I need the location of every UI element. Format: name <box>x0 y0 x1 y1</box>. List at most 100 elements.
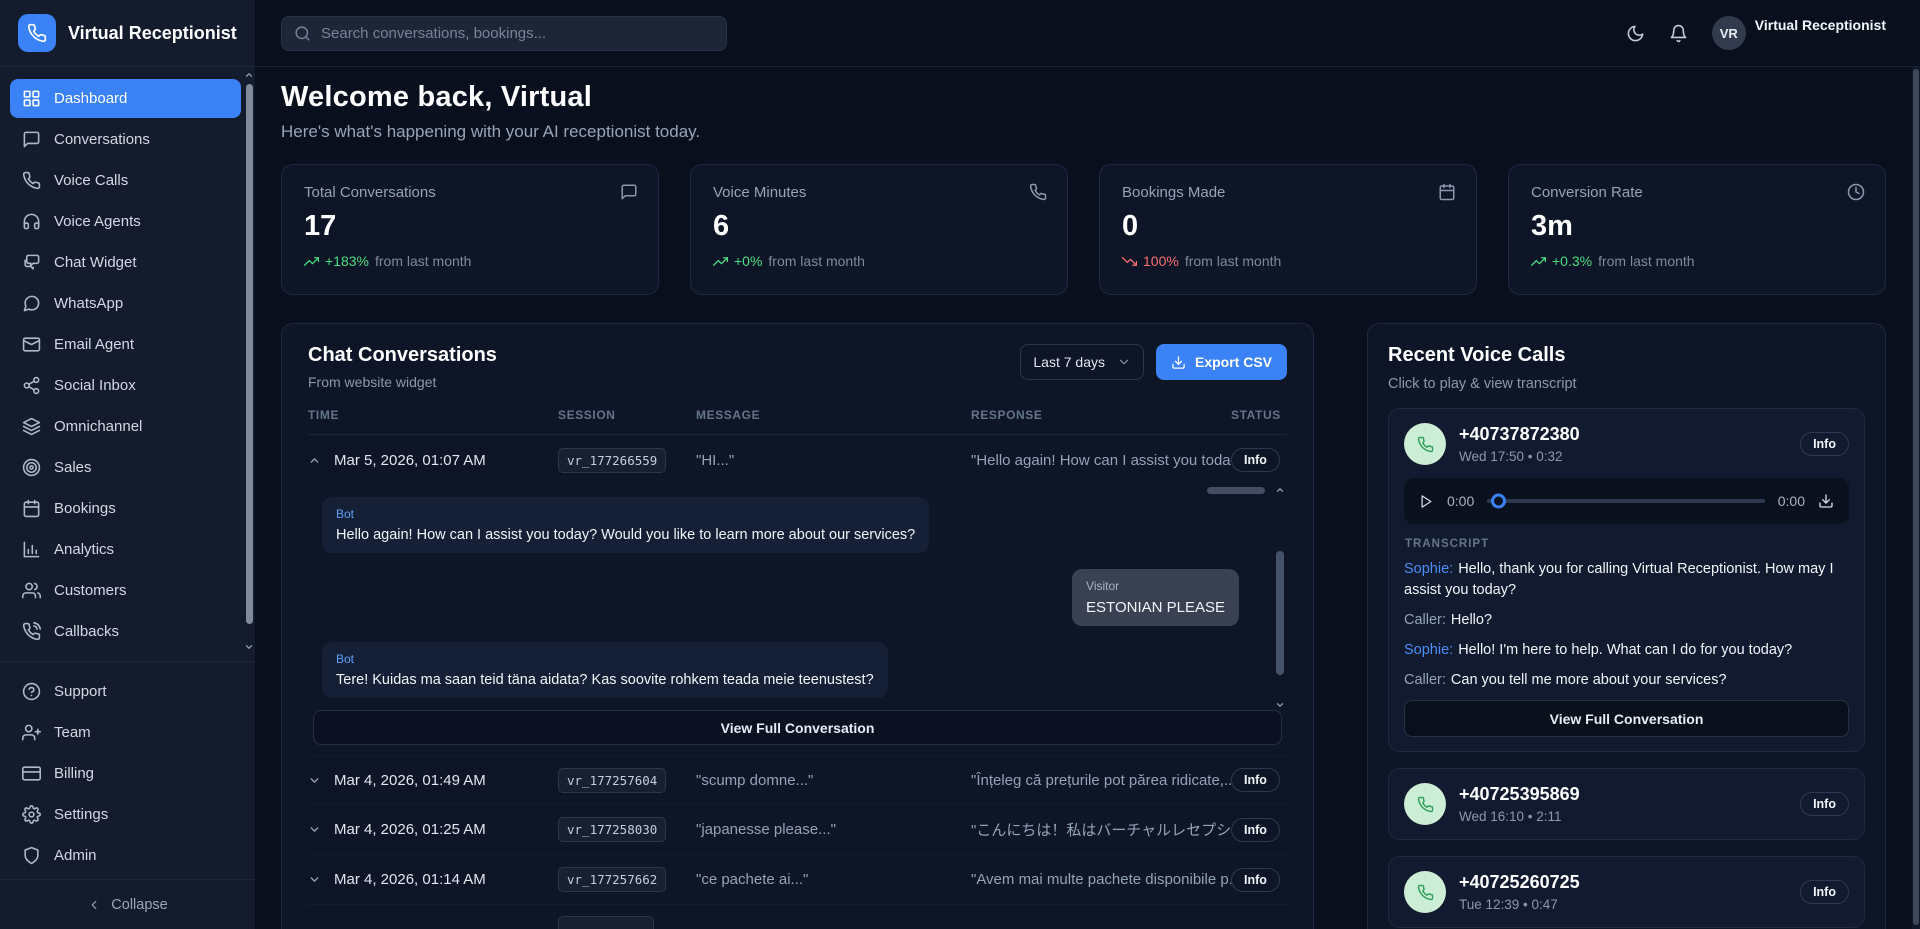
transcript-line: Sophie:Hello! I'm here to help. What can… <box>1404 640 1849 661</box>
export-csv-button[interactable]: Export CSV <box>1156 344 1287 380</box>
sidebar-item-voice-agents[interactable]: Voice Agents <box>10 202 241 241</box>
chevron-up-icon[interactable] <box>244 70 254 80</box>
sidebar-item-conversations[interactable]: Conversations <box>10 120 241 159</box>
chat-bubble-bot: Bot Hello again! How can I assist you to… <box>322 497 929 553</box>
sidebar-item-label: Dashboard <box>54 90 127 107</box>
sidebar-item-sales[interactable]: Sales <box>10 448 241 487</box>
info-badge[interactable]: Info <box>1231 768 1280 792</box>
chevron-down-icon[interactable] <box>308 823 321 836</box>
chevron-left-icon <box>87 898 101 912</box>
table-row[interactable]: Mar 4, 2026, 01:25 AM vr_177258030 "japa… <box>308 805 1287 855</box>
trend-value: +0% <box>734 253 762 269</box>
bell-icon[interactable] <box>1669 24 1688 43</box>
transcript-line: Caller:Can you tell me more about your s… <box>1404 670 1849 691</box>
call-meta: Wed 17:50 • 0:32 <box>1459 449 1580 464</box>
player-slider-thumb[interactable] <box>1491 494 1506 509</box>
chevron-down-icon[interactable] <box>308 774 321 787</box>
phone-icon <box>1029 183 1047 201</box>
call-meta: Wed 16:10 • 2:11 <box>1459 809 1580 824</box>
user-menu[interactable]: VR Virtual Receptionist <box>1712 16 1886 50</box>
sidebar-item-omnichannel[interactable]: Omnichannel <box>10 407 241 446</box>
sidebar-item-email-agent[interactable]: Email Agent <box>10 325 241 364</box>
page-scrollbar-thumb[interactable] <box>1913 69 1919 925</box>
row-time: Mar 4, 2026, 01:14 AM <box>334 871 486 888</box>
page-scrollbar[interactable] <box>1912 67 1920 929</box>
table-row[interactable]: Mar 4, 2026, 01:14 AM vr_177257662 "ce p… <box>308 855 1287 905</box>
chevron-down-icon[interactable] <box>244 642 254 652</box>
collapse-sidebar-button[interactable]: Collapse <box>0 879 255 929</box>
download-icon[interactable] <box>1818 493 1834 509</box>
stat-value: 0 <box>1122 210 1454 243</box>
sidebar-item-dashboard[interactable]: Dashboard <box>10 79 241 118</box>
audio-player: 0:00 0:00 <box>1404 478 1849 524</box>
voice-call-card[interactable]: +40737872380 Wed 17:50 • 0:32 Info 0:00 <box>1388 408 1865 752</box>
chevron-down-icon[interactable] <box>1275 700 1285 710</box>
call-number: +40737872380 <box>1459 424 1580 445</box>
shield-icon <box>22 846 41 865</box>
row-response: "Înțeleg că prețurile pot părea ridicate… <box>971 772 1231 789</box>
stat-label: Total Conversations <box>304 184 636 201</box>
sidebar-item-settings[interactable]: Settings <box>10 795 241 834</box>
sidebar-item-whatsapp[interactable]: WhatsApp <box>10 284 241 323</box>
row-time-cell: Mar 4, 2026, 01:49 AM <box>308 772 558 789</box>
info-badge[interactable]: Info <box>1231 818 1280 842</box>
search-input[interactable] <box>321 25 714 42</box>
sidebar-item-team[interactable]: Team <box>10 713 241 752</box>
view-full-conversation-button[interactable]: View Full Conversation <box>1404 700 1849 737</box>
info-badge[interactable]: Info <box>1231 868 1280 892</box>
table-row-partial[interactable] <box>308 905 1287 929</box>
target-icon <box>22 458 41 477</box>
info-badge[interactable]: Info <box>1231 448 1280 472</box>
voice-call-card[interactable]: +40725260725 Tue 12:39 • 0:47 Info <box>1388 856 1865 928</box>
sidebar-item-chat-widget[interactable]: Chat Widget <box>10 243 241 282</box>
sidebar-item-billing[interactable]: Billing <box>10 754 241 793</box>
row-time-cell: Mar 5, 2026, 01:07 AM <box>308 452 558 469</box>
chat-panel-title: Chat Conversations <box>308 344 497 367</box>
expanded-conversation: Bot Hello again! How can I assist you to… <box>308 485 1287 710</box>
player-current-time: 0:00 <box>1447 493 1474 509</box>
sidebar-item-label: Customers <box>54 582 127 599</box>
bubble-text: Hello again! How can I assist you today?… <box>336 527 915 543</box>
table-row[interactable]: Mar 4, 2026, 01:49 AM vr_177257604 "scum… <box>308 755 1287 805</box>
table-row[interactable]: Mar 5, 2026, 01:07 AM vr_177266559 "HI..… <box>308 435 1287 485</box>
sidebar-item-support[interactable]: Support <box>10 672 241 711</box>
conversation-scrollbar[interactable] <box>1273 485 1285 710</box>
sidebar-item-social-inbox[interactable]: Social Inbox <box>10 366 241 405</box>
trend-suffix: from last month <box>1598 253 1694 269</box>
sidebar-item-analytics[interactable]: Analytics <box>10 530 241 569</box>
moon-icon[interactable] <box>1626 24 1645 43</box>
chevron-up-icon[interactable] <box>1275 485 1285 495</box>
sidebar-scrollbar-thumb[interactable] <box>246 84 253 624</box>
stat-trend: +183% from last month <box>304 253 636 269</box>
row-message: "scump domne..." <box>696 772 971 789</box>
transcript-speaker: Caller: <box>1404 612 1446 628</box>
voice-call-card[interactable]: +40725395869 Wed 16:10 • 2:11 Info <box>1388 768 1865 840</box>
view-full-conversation-button[interactable]: View Full Conversation <box>313 710 1282 745</box>
sidebar-item-callbacks[interactable]: Callbacks <box>10 612 241 651</box>
content-column: VR Virtual Receptionist Welcome back, Vi… <box>255 0 1920 929</box>
sidebar-item-customers[interactable]: Customers <box>10 571 241 610</box>
transcript-speaker: Sophie: <box>1404 561 1453 577</box>
date-range-select[interactable]: Last 7 days <box>1020 344 1144 380</box>
info-badge[interactable]: Info <box>1800 880 1849 904</box>
play-icon[interactable] <box>1419 494 1434 509</box>
sidebar-item-bookings[interactable]: Bookings <box>10 489 241 528</box>
chevron-down-icon[interactable] <box>308 873 321 886</box>
gear-icon <box>22 805 41 824</box>
sidebar-item-voice-calls[interactable]: Voice Calls <box>10 161 241 200</box>
info-badge[interactable]: Info <box>1800 792 1849 816</box>
conversation-scrollbar-thumb[interactable] <box>1276 551 1284 675</box>
sidebar-scrollbar[interactable] <box>244 70 254 652</box>
sidebar-item-admin[interactable]: Admin <box>10 836 241 875</box>
sidebar-item-label: Billing <box>54 765 94 782</box>
call-header: +40737872380 Wed 17:50 • 0:32 Info <box>1404 423 1849 465</box>
player-seek-slider[interactable] <box>1487 499 1765 503</box>
transcript-line: Caller:Hello? <box>1404 610 1849 631</box>
bubble-sender: Bot <box>336 507 915 521</box>
info-badge[interactable]: Info <box>1800 432 1849 456</box>
sidebar: Virtual Receptionist Dashboard Conversat… <box>0 0 255 929</box>
chevron-up-icon[interactable] <box>308 454 321 467</box>
avatar[interactable]: VR <box>1712 16 1746 50</box>
app-logo: Virtual Receptionist <box>0 0 255 67</box>
horizontal-scrollbar-thumb[interactable] <box>1207 487 1265 494</box>
